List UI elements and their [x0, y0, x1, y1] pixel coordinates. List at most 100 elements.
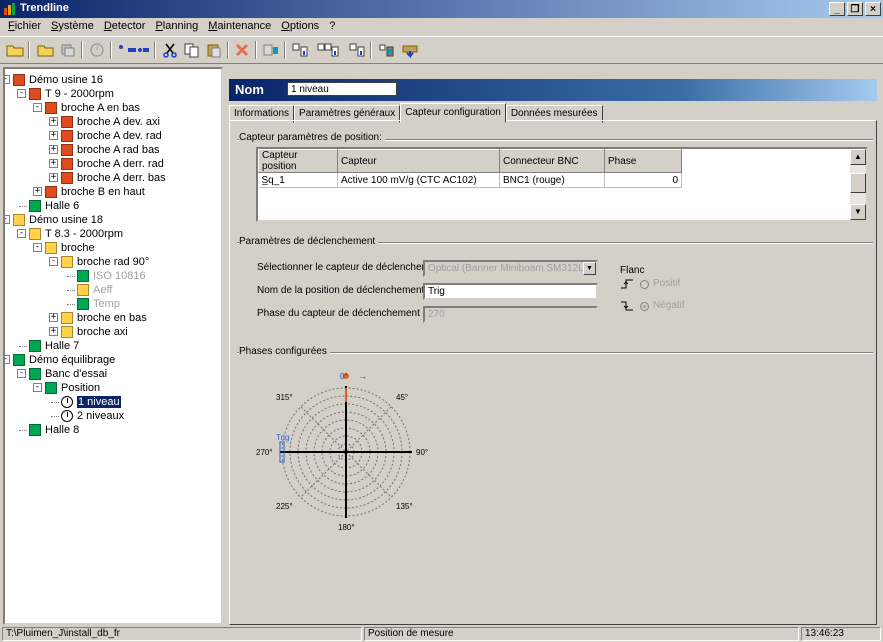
- cell-capteur-position[interactable]: S̲q_1: [258, 172, 338, 188]
- tree-item-label: broche B en haut: [61, 186, 145, 198]
- expand-toggle[interactable]: +: [49, 313, 58, 322]
- tree-item[interactable]: Halle 7: [29, 339, 79, 353]
- tree-item[interactable]: broche A dev. rad: [61, 129, 162, 143]
- menu-item[interactable]: Options: [277, 18, 325, 35]
- tree-item[interactable]: broche axi: [61, 325, 128, 339]
- timer-button[interactable]: [87, 41, 107, 59]
- collapse-toggle[interactable]: -: [17, 89, 26, 98]
- menu-item[interactable]: Detector: [100, 18, 152, 35]
- tree-view[interactable]: - Démo usine 16- T 9 - 2000rpm - broche A en…: [3, 67, 223, 625]
- column-header-phase[interactable]: Phase: [604, 149, 682, 173]
- table-row[interactable]: S̲q_1 Active 100 mV/g (CTC AC102) BNC1 (…: [258, 172, 682, 188]
- trigger-name-field[interactable]: Trig: [423, 283, 598, 300]
- transfer-button[interactable]: [400, 41, 420, 59]
- properties-button[interactable]: [261, 41, 281, 59]
- menu-item[interactable]: ?: [325, 18, 341, 35]
- trigger-phase-field[interactable]: 270: [423, 306, 598, 323]
- tree-item[interactable]: Démo équilibrage: [13, 353, 115, 367]
- tree-item[interactable]: broche en bas: [61, 311, 147, 325]
- open-folder-button[interactable]: [5, 41, 25, 59]
- tree-item[interactable]: Halle 8: [29, 423, 79, 437]
- collapse-toggle[interactable]: -: [17, 369, 26, 378]
- cell-capteur[interactable]: Active 100 mV/g (CTC AC102): [337, 172, 500, 188]
- new-button[interactable]: [35, 41, 55, 59]
- sensor-add-button[interactable]: [347, 41, 367, 59]
- flank-negative-radio[interactable]: [640, 302, 649, 311]
- menu-item[interactable]: Maintenance: [204, 18, 277, 35]
- tree-item[interactable]: T 9 - 2000rpm: [29, 87, 114, 101]
- tree-item[interactable]: broche A derr. rad: [61, 157, 164, 171]
- delete-button[interactable]: [232, 41, 252, 59]
- name-input[interactable]: 1 niveau: [287, 82, 397, 96]
- tree-item[interactable]: ISO 10816: [77, 269, 146, 283]
- collapse-toggle[interactable]: -: [33, 103, 42, 112]
- close-button[interactable]: ×: [865, 2, 881, 16]
- expand-toggle[interactable]: +: [49, 117, 58, 126]
- scroll-down-button[interactable]: ▼: [850, 204, 866, 220]
- dropdown-button[interactable]: ▼: [583, 262, 596, 275]
- sensor-position-grid[interactable]: Capteur position Capteur Connecteur BNC …: [256, 147, 868, 222]
- menu-item[interactable]: Système: [47, 18, 100, 35]
- trigger-sensor-select[interactable]: Optical (Banner Miniboam SM312LVQD ▼: [423, 260, 598, 277]
- status-red-icon: [29, 88, 41, 100]
- sensor-edit-button[interactable]: [376, 41, 396, 59]
- flank-positive-label: Positif: [653, 278, 681, 289]
- tree-item[interactable]: broche A rad bas: [61, 143, 160, 157]
- tree-item[interactable]: broche A en bas: [45, 101, 140, 115]
- menu-item[interactable]: Fichier: [4, 18, 47, 35]
- expand-toggle[interactable]: +: [49, 131, 58, 140]
- restore-button[interactable]: ❐: [847, 2, 863, 16]
- column-header-capteur[interactable]: Capteur: [337, 149, 500, 173]
- expand-toggle[interactable]: +: [49, 327, 58, 336]
- collapse-toggle[interactable]: -: [5, 215, 10, 224]
- cut-button[interactable]: [160, 41, 180, 59]
- tab-capteur-configuration[interactable]: Capteur configuration: [400, 103, 506, 123]
- sensor-copy-button[interactable]: [316, 41, 342, 59]
- tree-item[interactable]: broche: [45, 241, 95, 255]
- expand-toggle[interactable]: +: [49, 173, 58, 182]
- toolbar-separator: [284, 41, 286, 59]
- tree-item[interactable]: T 8.3 - 2000rpm: [29, 227, 123, 241]
- minimize-button[interactable]: _: [829, 2, 845, 16]
- collapse-toggle[interactable]: -: [5, 355, 10, 364]
- copy-tree-button[interactable]: [58, 41, 78, 59]
- tree-item[interactable]: broche A derr. bas: [61, 171, 166, 185]
- collapse-toggle[interactable]: -: [5, 75, 10, 84]
- tree-item[interactable]: Position: [45, 381, 100, 395]
- column-header-connecteur[interactable]: Connecteur BNC: [499, 149, 605, 173]
- tree-item-label: Temp: [93, 298, 120, 310]
- menu-item[interactable]: Planning: [151, 18, 204, 35]
- tree-item[interactable]: Démo usine 18: [13, 213, 103, 227]
- tree-item[interactable]: Démo usine 16: [13, 73, 103, 87]
- tree-item[interactable]: Halle 6: [29, 199, 79, 213]
- tree-item[interactable]: Aeff: [77, 283, 112, 297]
- copy-button[interactable]: [182, 41, 202, 59]
- sensor-down-button[interactable]: [290, 41, 310, 59]
- tree-item[interactable]: broche B en haut: [45, 185, 145, 199]
- tree-item[interactable]: broche A dev. axi: [61, 115, 160, 129]
- scroll-thumb[interactable]: [850, 173, 866, 193]
- tree-connector: [67, 290, 75, 291]
- expand-toggle[interactable]: +: [49, 159, 58, 168]
- paste-button[interactable]: [204, 41, 224, 59]
- expand-toggle[interactable]: +: [49, 145, 58, 154]
- cell-phase[interactable]: 0: [604, 172, 682, 188]
- tree-item[interactable]: Temp: [77, 297, 120, 311]
- scroll-up-button[interactable]: ▲: [850, 149, 866, 165]
- tree-item[interactable]: 1 niveau: [61, 395, 121, 409]
- move-left-button[interactable]: [116, 41, 150, 59]
- tree-item[interactable]: 2 niveaux: [61, 409, 124, 423]
- copy-icon: [61, 44, 75, 57]
- tree-item[interactable]: Banc d'essai: [29, 367, 107, 381]
- collapse-toggle[interactable]: -: [17, 229, 26, 238]
- tree-item-label: broche A derr. rad: [77, 158, 164, 170]
- column-header-capteur-position[interactable]: Capteur position: [258, 149, 338, 173]
- tree-item[interactable]: broche rad 90°: [61, 255, 149, 269]
- grid-scrollbar[interactable]: ▲ ▼: [850, 149, 866, 220]
- cell-connecteur[interactable]: BNC1 (rouge): [499, 172, 605, 188]
- flank-positive-radio[interactable]: [640, 280, 649, 289]
- collapse-toggle[interactable]: -: [33, 243, 42, 252]
- expand-toggle[interactable]: +: [33, 187, 42, 196]
- collapse-toggle[interactable]: -: [49, 257, 58, 266]
- collapse-toggle[interactable]: -: [33, 383, 42, 392]
